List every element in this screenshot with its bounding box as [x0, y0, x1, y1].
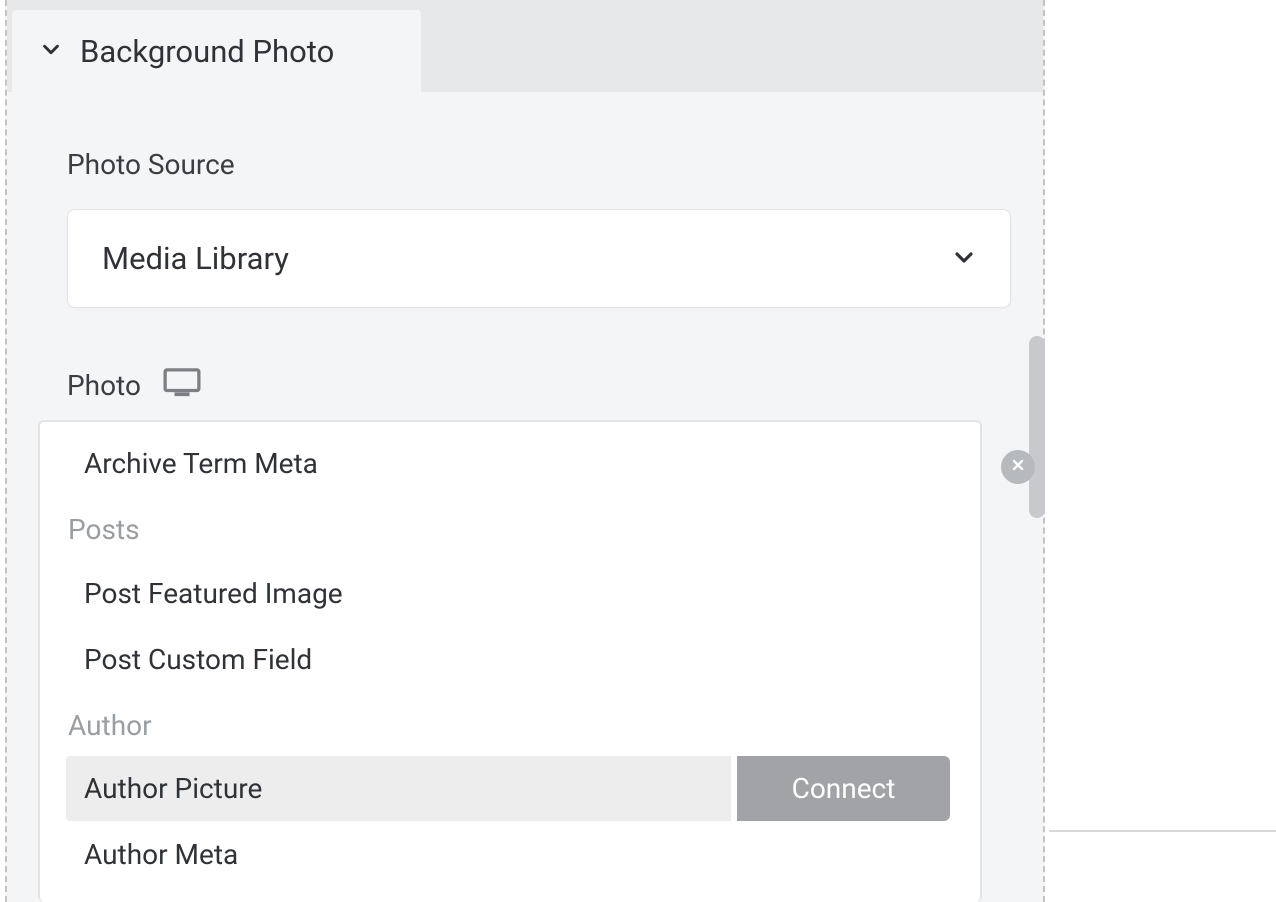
dropdown-group-posts: Posts	[40, 498, 980, 560]
scrollbar-thumb[interactable]	[1029, 336, 1045, 518]
dropdown-group-author: Author	[40, 694, 980, 756]
photo-source-value: Media Library	[102, 240, 289, 277]
dropdown-option-archive-term-meta[interactable]: Archive Term Meta	[40, 430, 980, 496]
close-dropdown-button[interactable]	[1001, 450, 1035, 484]
tab-background-photo[interactable]: Background Photo	[12, 10, 421, 92]
chevron-down-icon	[952, 245, 976, 273]
photo-label: Photo	[67, 369, 141, 402]
monitor-icon[interactable]	[163, 368, 201, 402]
photo-field-row: Photo	[67, 368, 983, 402]
dropdown-option-author-picture-row: Author Picture Connect	[66, 756, 950, 821]
close-icon	[1010, 457, 1026, 477]
photo-source-select[interactable]: Media Library	[67, 209, 1011, 308]
tab-bar: Background Photo	[7, 0, 1043, 92]
dropdown-option-author-meta[interactable]: Author Meta	[40, 821, 980, 887]
dropdown-option-post-custom-field[interactable]: Post Custom Field	[40, 626, 980, 692]
connect-button[interactable]: Connect	[737, 756, 950, 821]
photo-dropdown: Archive Term Meta Posts Post Featured Im…	[38, 420, 982, 902]
chevron-down-icon	[40, 38, 62, 64]
page-background-right	[1049, 0, 1276, 832]
settings-panel: Background Photo Photo Source Media Libr…	[5, 0, 1045, 902]
dropdown-option-author-picture[interactable]: Author Picture	[66, 756, 731, 821]
photo-source-label: Photo Source	[67, 148, 983, 181]
tab-label: Background Photo	[80, 33, 334, 70]
dropdown-option-post-featured-image[interactable]: Post Featured Image	[40, 560, 980, 626]
